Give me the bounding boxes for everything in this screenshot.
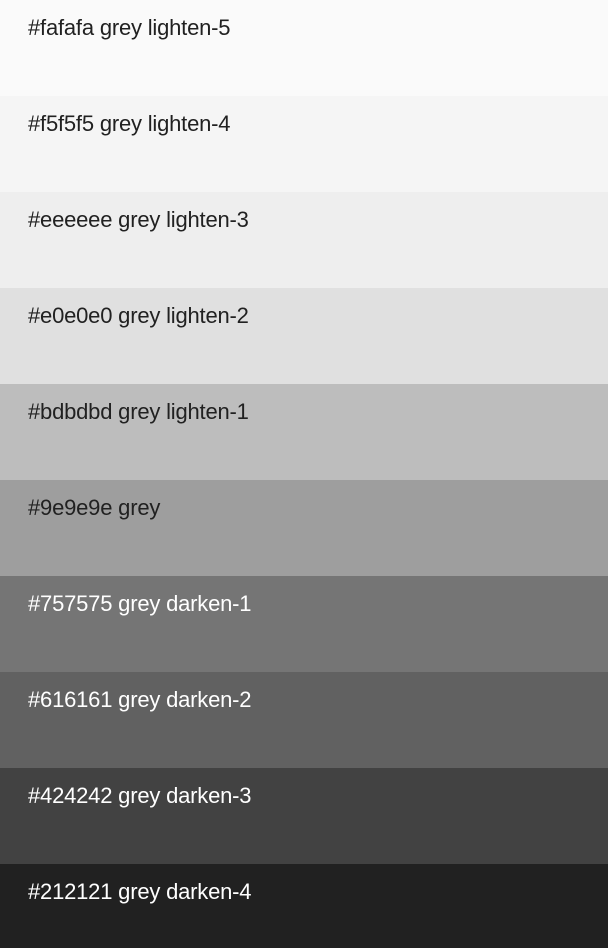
swatch-grey-darken-4: #212121 grey darken-4 — [0, 864, 608, 948]
swatch-hex: #e0e0e0 — [28, 303, 113, 328]
swatch-grey-lighten-2: #e0e0e0 grey lighten-2 — [0, 288, 608, 384]
swatch-hex: #f5f5f5 — [28, 111, 94, 136]
swatch-hex: #bdbdbd — [28, 399, 113, 424]
swatch-grey-lighten-4: #f5f5f5 grey lighten-4 — [0, 96, 608, 192]
swatch-label: grey darken-4 — [118, 879, 252, 904]
swatch-grey-lighten-5: #fafafa grey lighten-5 — [0, 0, 608, 96]
swatch-grey-lighten-1: #bdbdbd grey lighten-1 — [0, 384, 608, 480]
swatch-hex: #212121 — [28, 879, 113, 904]
swatch-label: grey — [118, 495, 161, 520]
swatch-label: grey lighten-3 — [118, 207, 249, 232]
swatch-hex: #fafafa — [28, 15, 94, 40]
swatch-label: grey lighten-2 — [118, 303, 249, 328]
swatch-grey-darken-3: #424242 grey darken-3 — [0, 768, 608, 864]
color-palette: #fafafa grey lighten-5 #f5f5f5 grey ligh… — [0, 0, 608, 948]
swatch-label: grey darken-3 — [118, 783, 252, 808]
swatch-hex: #9e9e9e — [28, 495, 113, 520]
swatch-label: grey lighten-5 — [99, 15, 231, 40]
swatch-grey-darken-2: #616161 grey darken-2 — [0, 672, 608, 768]
swatch-grey-darken-1: #757575 grey darken-1 — [0, 576, 608, 672]
swatch-label: grey lighten-1 — [118, 399, 249, 424]
swatch-hex: #eeeeee — [28, 207, 113, 232]
swatch-grey-lighten-3: #eeeeee grey lighten-3 — [0, 192, 608, 288]
swatch-label: grey darken-1 — [118, 591, 252, 616]
swatch-hex: #616161 — [28, 687, 113, 712]
swatch-hex: #757575 — [28, 591, 113, 616]
swatch-hex: #424242 — [28, 783, 113, 808]
swatch-label: grey lighten-4 — [99, 111, 231, 136]
swatch-grey: #9e9e9e grey — [0, 480, 608, 576]
swatch-label: grey darken-2 — [118, 687, 252, 712]
